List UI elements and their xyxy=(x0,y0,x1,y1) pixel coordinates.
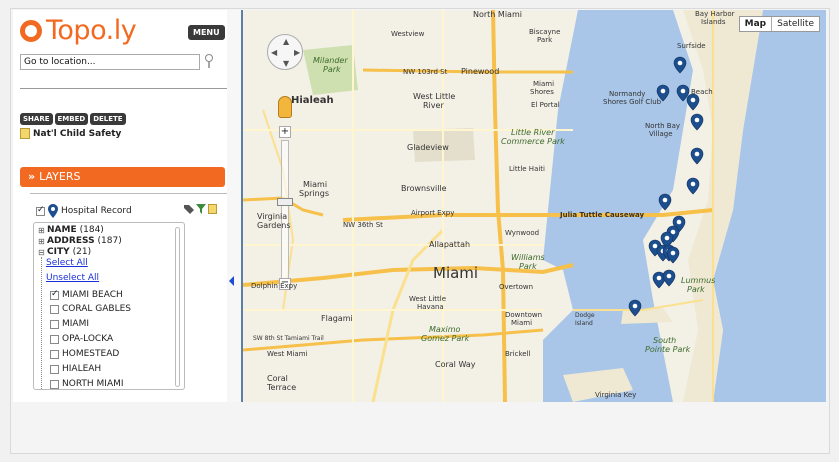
double-chevron-icon: » xyxy=(28,170,36,183)
city-label: HIALEAH xyxy=(62,364,102,374)
city-item[interactable]: CORAL GABLES xyxy=(50,304,131,314)
map-canvas[interactable]: Map Satellite ▲ ▼ ◀ ▶ + − North Miami Ba… xyxy=(243,10,826,402)
hospital-marker[interactable] xyxy=(658,193,672,211)
expand-icon[interactable]: ⊞ xyxy=(38,237,45,246)
group-label: CITY xyxy=(47,247,70,257)
map-title[interactable]: Nat'l Child Safety xyxy=(20,128,121,139)
city-item[interactable]: NORTH MIAMI xyxy=(50,379,124,389)
topoly-logo[interactable]: Topo.ly xyxy=(20,15,137,46)
city-label: HOMESTEAD xyxy=(62,349,120,359)
tag-icon[interactable] xyxy=(184,204,194,214)
city-checkbox[interactable] xyxy=(50,319,59,329)
menu-button[interactable]: MENU xyxy=(188,25,225,40)
divider-line xyxy=(20,88,227,89)
filter-icon[interactable] xyxy=(196,204,206,214)
city-label: OPA-LOCKA xyxy=(62,334,114,344)
tree-group-address[interactable]: ⊞ ADDRESS (187) xyxy=(38,236,122,246)
hospital-marker[interactable] xyxy=(628,299,642,317)
city-item[interactable]: HIALEAH xyxy=(50,364,101,374)
group-label: NAME xyxy=(47,225,77,235)
hospital-marker[interactable] xyxy=(673,56,687,74)
delete-button[interactable]: DELETE xyxy=(90,113,126,125)
group-count: (21) xyxy=(72,247,92,257)
group-count: (187) xyxy=(97,236,122,246)
city-item[interactable]: OPA-LOCKA xyxy=(50,334,113,344)
tree-scrollbar[interactable] xyxy=(175,227,180,387)
layer-visibility-checkbox[interactable] xyxy=(36,205,45,216)
layers-header[interactable]: » LAYERS xyxy=(20,167,225,187)
hospital-marker[interactable] xyxy=(686,93,700,111)
city-checkbox[interactable] xyxy=(50,364,59,374)
hospital-marker[interactable] xyxy=(690,113,704,131)
edit-layer-icon[interactable] xyxy=(208,204,217,214)
layers-divider xyxy=(30,193,227,194)
share-button[interactable]: SHARE xyxy=(20,113,53,125)
marker-layer xyxy=(628,56,704,317)
tree-connector xyxy=(41,257,42,389)
map-title-text: Nat'l Child Safety xyxy=(33,128,122,139)
hospital-marker[interactable] xyxy=(662,269,676,287)
tree-group-city[interactable]: ⊟ CITY (21) xyxy=(38,247,91,257)
locate-pin-icon[interactable] xyxy=(205,54,213,68)
map-document-icon xyxy=(20,128,30,139)
city-item[interactable]: HOMESTEAD xyxy=(50,349,119,359)
attribute-tree: ⊞ NAME (184) ⊞ ADDRESS (187) ⊟ CITY (21) Selec… xyxy=(33,222,185,390)
unselect-all-link[interactable]: Unselect All xyxy=(46,273,99,283)
hospital-marker[interactable] xyxy=(690,147,704,165)
hospital-marker[interactable] xyxy=(686,177,700,195)
expand-icon[interactable]: ⊞ xyxy=(38,226,45,235)
marker-pin-icon xyxy=(48,204,58,218)
logo-ring-icon xyxy=(20,20,42,42)
panel-collapse-bar[interactable] xyxy=(227,10,243,402)
side-panel: Topo.ly MENU Go to location... SHARE EMB… xyxy=(13,10,227,402)
group-label: ADDRESS xyxy=(47,236,95,246)
city-checkbox[interactable] xyxy=(50,304,59,314)
unselect-all-text[interactable]: Unselect All xyxy=(46,273,99,283)
city-label: MIAMI xyxy=(62,319,89,329)
city-checkbox[interactable] xyxy=(50,349,59,359)
city-item[interactable]: MIAMI xyxy=(50,319,89,329)
logo-text: Topo.ly xyxy=(46,15,137,46)
tree-group-name[interactable]: ⊞ NAME (184) xyxy=(38,225,104,235)
city-checkbox[interactable] xyxy=(50,289,59,300)
group-count: (184) xyxy=(79,225,104,235)
layers-header-label: LAYERS xyxy=(39,170,81,183)
go-to-location-input[interactable]: Go to location... xyxy=(20,54,200,70)
city-label: MIAMI BEACH xyxy=(62,290,123,300)
layer-tools xyxy=(184,204,217,214)
select-all-text[interactable]: Select All xyxy=(46,258,88,268)
collapse-arrow-icon[interactable] xyxy=(229,276,234,286)
city-label: NORTH MIAMI xyxy=(62,379,124,389)
city-checkbox[interactable] xyxy=(50,334,59,344)
layer-row: Hospital Record xyxy=(36,204,132,218)
collapse-icon[interactable]: ⊟ xyxy=(38,248,45,257)
hospital-marker[interactable] xyxy=(656,84,670,102)
select-all-link[interactable]: Select All xyxy=(46,258,88,268)
city-label: CORAL GABLES xyxy=(62,304,132,314)
layer-name: Hospital Record xyxy=(61,206,132,216)
map-actions: SHARE EMBED DELETE xyxy=(20,113,126,125)
embed-button[interactable]: EMBED xyxy=(54,113,89,125)
city-checkbox[interactable] xyxy=(50,379,59,389)
city-item[interactable]: MIAMI BEACH xyxy=(50,289,123,300)
